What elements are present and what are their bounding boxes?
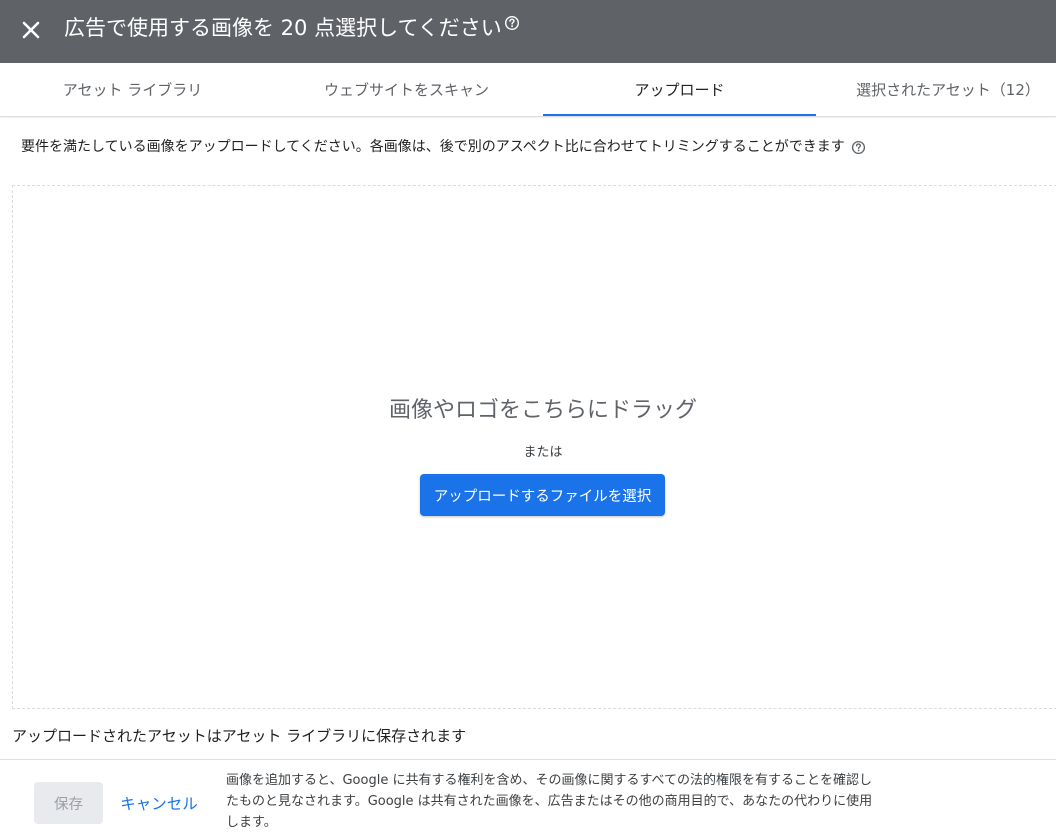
save-button[interactable]: 保存 [34, 782, 103, 824]
drop-zone-title: 画像やロゴをこちらにドラッグ [388, 398, 697, 423]
active-tab-indicator [543, 114, 816, 116]
help-icon[interactable] [851, 140, 866, 155]
close-icon[interactable] [22, 21, 40, 39]
drop-zone-or: または [523, 445, 563, 460]
help-icon[interactable] [504, 15, 520, 31]
legal-disclaimer: 画像を追加すると、Google に共有する権利を含め、その画像に関するすべての法… [226, 773, 873, 830]
dialog-title-text: 広告で使用する画像を 20 点選択してください [64, 16, 502, 40]
cancel-button[interactable]: キャンセル [114, 782, 204, 824]
tab-bar: アセット ライブラリ ウェブサイトをスキャン アップロード 選択されたアセット（… [0, 63, 1056, 117]
tab-asset-library[interactable]: アセット ライブラリ [0, 63, 265, 116]
tab-scan-website[interactable]: ウェブサイトをスキャン [270, 63, 543, 116]
tab-upload[interactable]: アップロード [543, 63, 816, 116]
choose-files-button[interactable]: アップロードするファイルを選択 [420, 474, 665, 516]
dialog-title: 広告で使用する画像を 20 点選択してください [64, 14, 520, 42]
dialog-footer: 保存 キャンセル 画像を追加すると、Google に共有する権利を含め、その画像… [0, 759, 1056, 836]
tab-selected-assets[interactable]: 選択されたアセット（12） [840, 63, 1056, 116]
dialog-header: 広告で使用する画像を 20 点選択してください [0, 0, 1056, 63]
close-button[interactable] [14, 13, 48, 47]
upload-instructions-text: 要件を満たしている画像をアップロードしてください。各画像は、後で別のアスペクト比… [21, 139, 845, 155]
upload-instructions: 要件を満たしている画像をアップロードしてください。各画像は、後で別のアスペクト比… [21, 136, 1051, 158]
library-save-note: アップロードされたアセットはアセット ライブラリに保存されます [12, 727, 467, 745]
